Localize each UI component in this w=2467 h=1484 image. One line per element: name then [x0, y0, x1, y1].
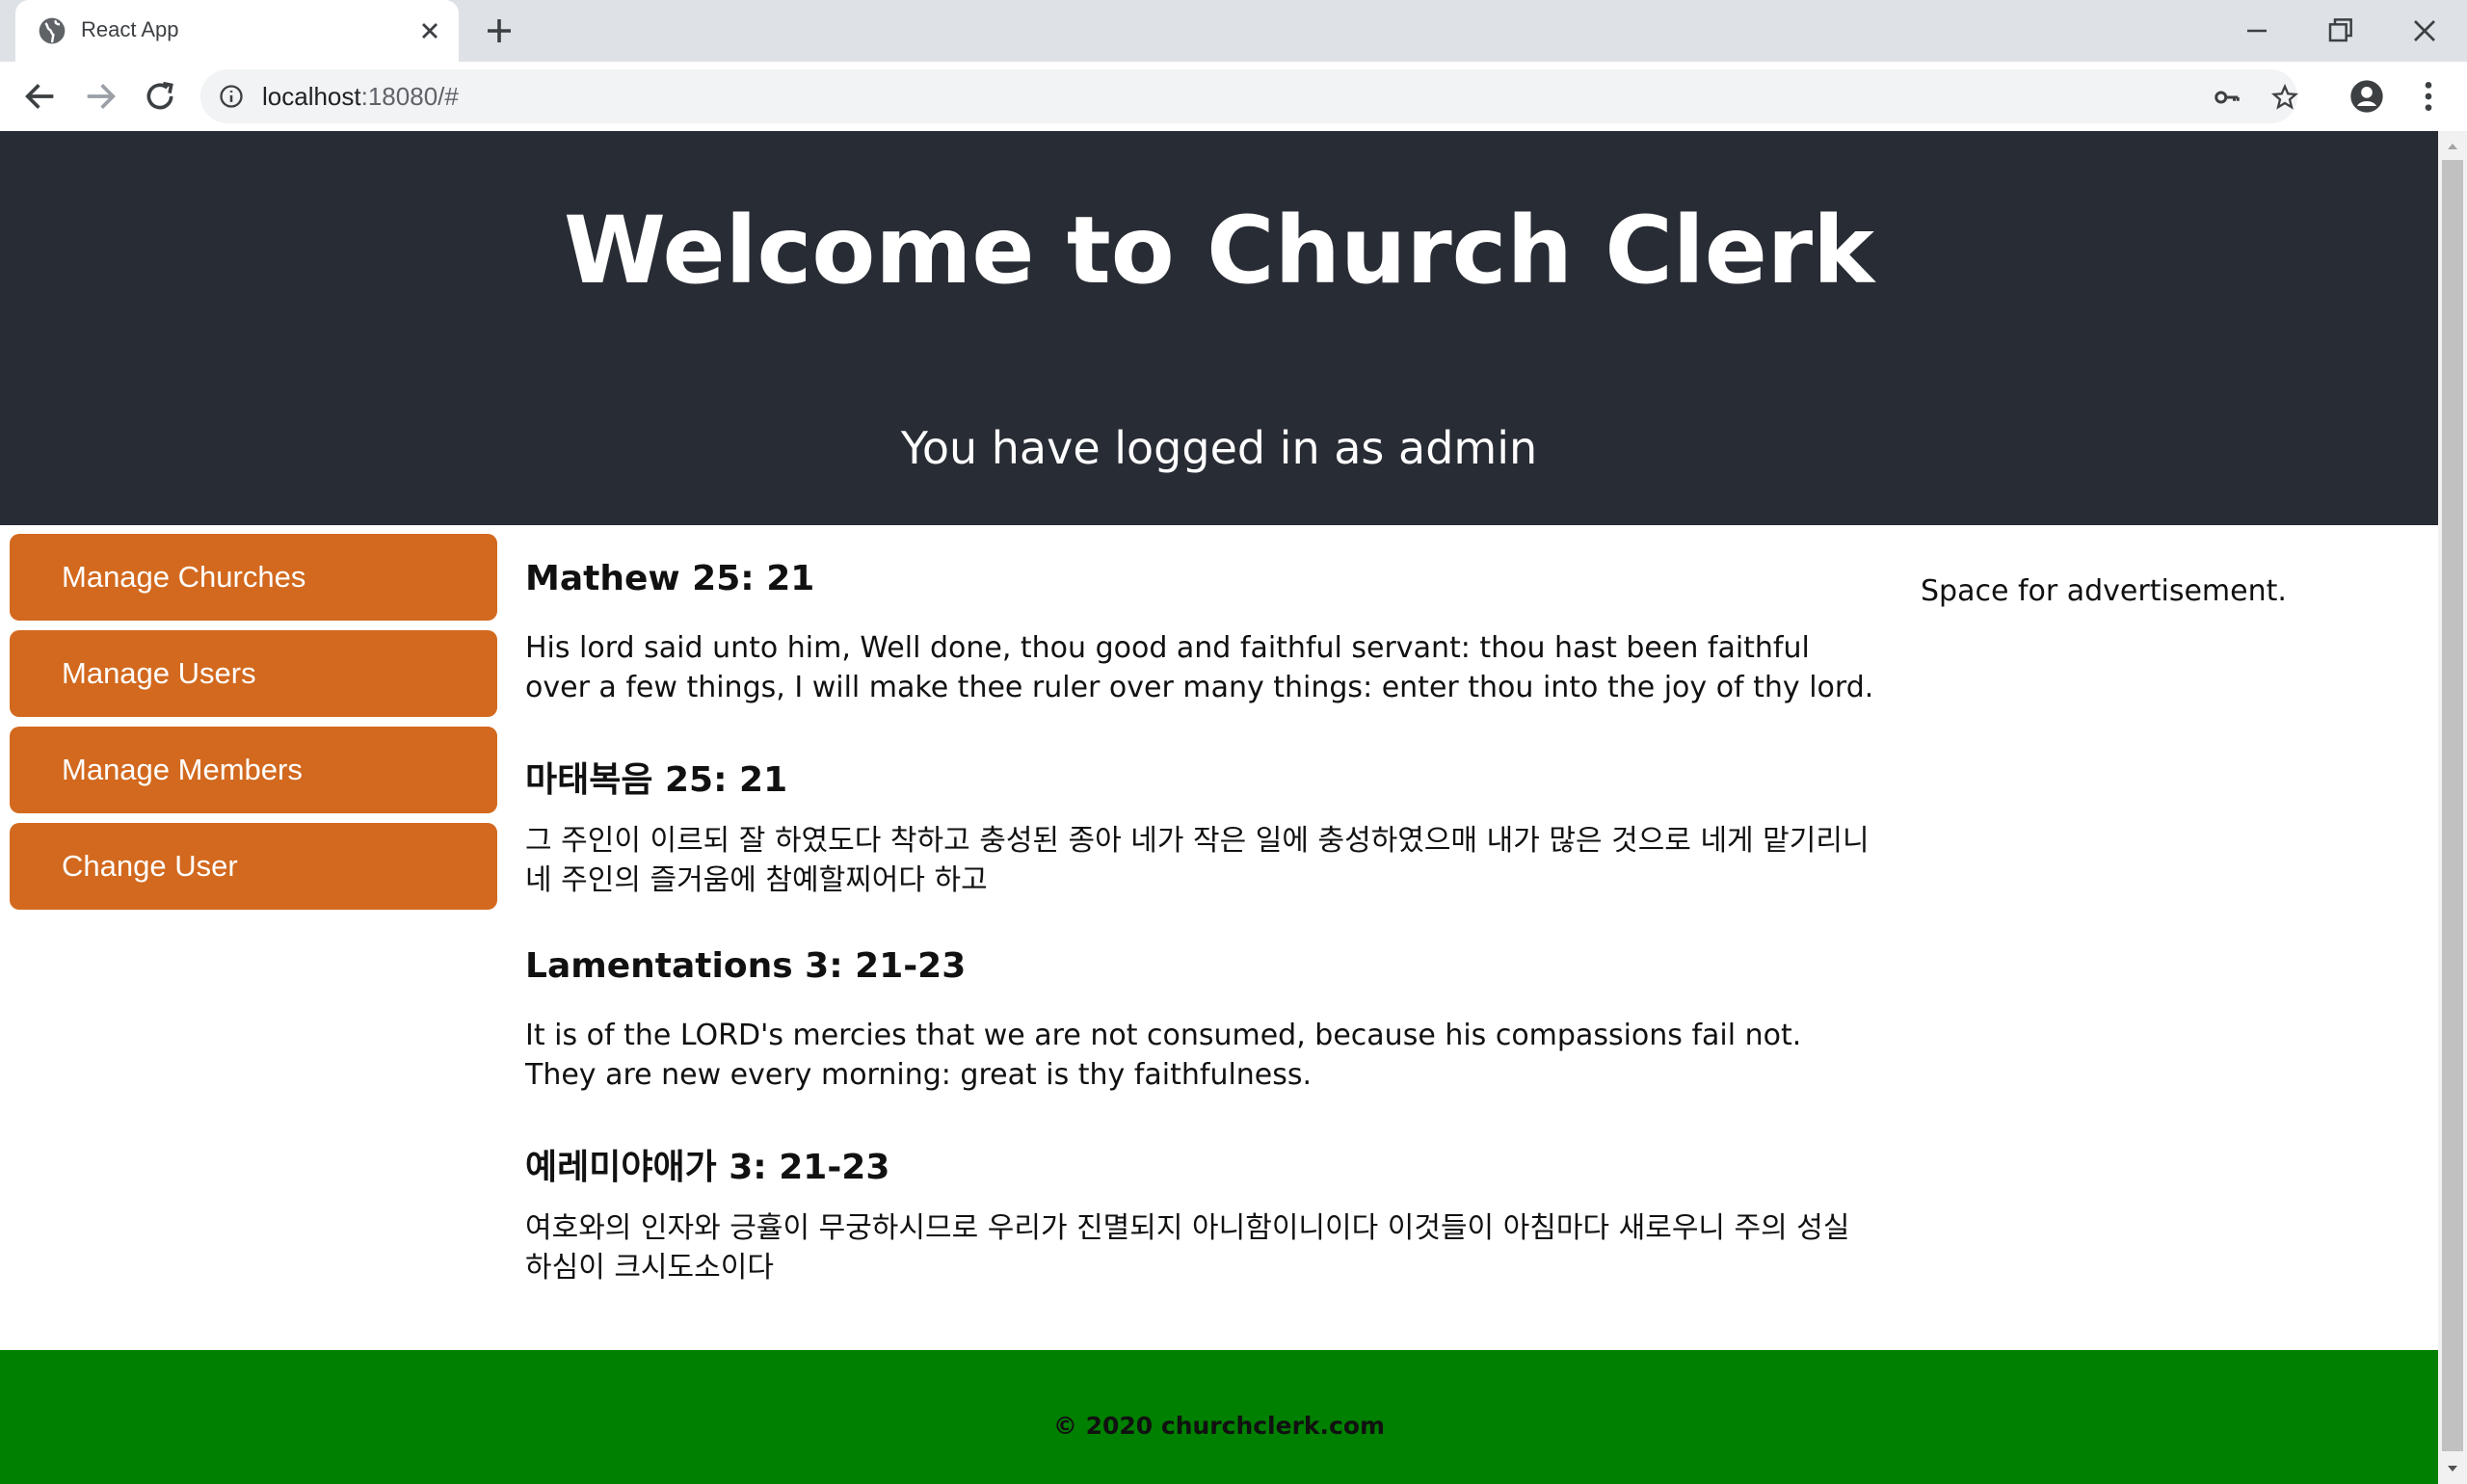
page-viewport: Welcome to Church Clerk You have logged …	[0, 131, 2438, 1484]
tab-title: React App	[81, 17, 179, 41]
globe-icon	[39, 17, 66, 44]
advertisement-space: Space for advertisement.	[1921, 574, 2287, 608]
scroll-up-icon[interactable]	[2445, 139, 2460, 154]
key-icon[interactable]	[2213, 83, 2242, 112]
url-host: localhost	[262, 82, 361, 111]
footer: © 2020 churchclerk.com	[0, 1350, 2438, 1484]
star-icon[interactable]	[2270, 83, 2299, 112]
back-icon[interactable]	[21, 77, 60, 116]
verse-heading: 예레미야애가 3: 21-23	[525, 1148, 890, 1187]
address-bar[interactable]: localhost:18080/#	[200, 69, 2299, 123]
reload-icon[interactable]	[141, 77, 179, 116]
restore-icon[interactable]	[2321, 12, 2359, 50]
verse-heading: Lamentations 3: 21-23	[525, 946, 967, 986]
scroll-down-icon[interactable]	[2445, 1461, 2460, 1476]
url-text: localhost:18080/#	[262, 82, 459, 112]
close-window-icon[interactable]	[2405, 12, 2444, 50]
app-header: Welcome to Church Clerk You have logged …	[0, 131, 2438, 525]
change-user-button[interactable]: Change User	[10, 823, 497, 910]
profile-icon[interactable]	[2348, 77, 2386, 116]
minimize-icon[interactable]	[2238, 12, 2276, 50]
verse-text: 그 주인이 이르되 잘 하였도다 착하고 충성된 종아 네가 작은 일에 충성하…	[525, 824, 1870, 897]
url-rest: :18080/#	[360, 82, 459, 111]
browser-tab[interactable]: React App	[15, 0, 459, 62]
new-tab-icon[interactable]	[482, 13, 517, 48]
logged-in-text: You have logged in as admin	[900, 422, 1538, 474]
page-title: Welcome to Church Clerk	[564, 197, 1874, 305]
copyright-text: © 2020 churchclerk.com	[1052, 1412, 1386, 1440]
vertical-scrollbar[interactable]	[2438, 131, 2467, 1484]
verse-text: 여호와의 인자와 긍휼이 무궁하시므로 우리가 진멸되지 아니함이니이다 이것들…	[525, 1211, 1850, 1285]
sidebar: Manage Churches Manage Users Manage Memb…	[10, 534, 497, 919]
verse-text: His lord said unto him, Well done, thou …	[525, 631, 1874, 704]
verse-heading: 마태복음 25: 21	[525, 760, 788, 800]
forward-icon[interactable]	[81, 77, 119, 116]
manage-users-button[interactable]: Manage Users	[10, 630, 497, 717]
close-tab-icon[interactable]	[416, 17, 443, 44]
manage-churches-button[interactable]: Manage Churches	[10, 534, 497, 621]
manage-members-button[interactable]: Manage Members	[10, 727, 497, 813]
info-icon[interactable]	[218, 83, 245, 110]
verse-heading: Mathew 25: 21	[525, 559, 815, 598]
browser-toolbar: localhost:18080/#	[0, 62, 2467, 132]
scrollbar-thumb[interactable]	[2442, 160, 2463, 1451]
tab-strip: React App	[0, 0, 2467, 62]
menu-icon[interactable]	[2409, 77, 2448, 116]
verse-text: It is of the LORD's mercies that we are …	[525, 1019, 1802, 1092]
